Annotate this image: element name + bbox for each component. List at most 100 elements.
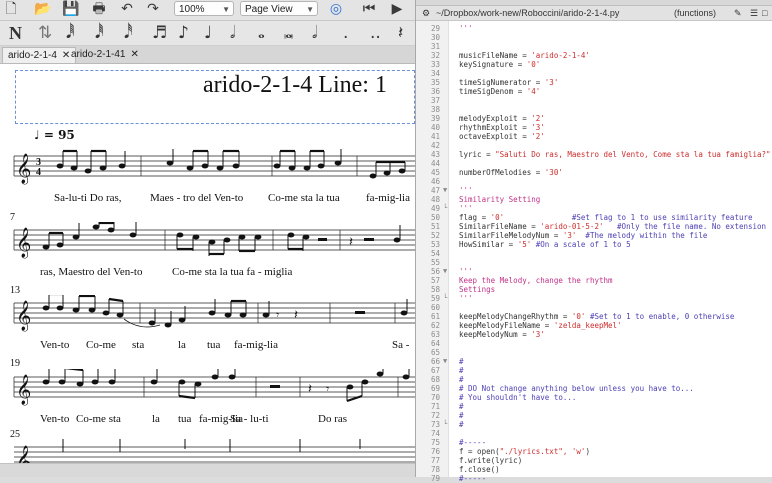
code-line[interactable]: 39 melodyExploit = '2' <box>416 114 772 123</box>
code-line[interactable]: 40 rhythmExploit = '3' <box>416 123 772 132</box>
code-line[interactable]: 32 musicFileName = 'arido-2-1-4' <box>416 51 772 60</box>
code-line[interactable]: 58 Settings <box>416 285 772 294</box>
code-line[interactable]: 44 <box>416 159 772 168</box>
score-title[interactable]: arido-2-1-4 Line: 1 <box>203 72 387 99</box>
thirtysecond-note-icon[interactable]: 𝅘𝅥𝅱 <box>95 21 104 45</box>
sixtyfourth-note-icon[interactable]: 𝅘𝅥𝅲 <box>66 21 75 45</box>
view-mode-select[interactable]: Page View ▼ <box>240 1 318 16</box>
play-icon[interactable]: ▶ <box>388 1 406 18</box>
bookmark-icon[interactable]: ☰ <box>750 6 758 20</box>
code-line[interactable]: 78 f.close() <box>416 465 772 474</box>
code-line[interactable]: 59 └ ''' <box>416 294 772 303</box>
code-line[interactable]: 45 numberOfMelodies = '30' <box>416 168 772 177</box>
document-icon[interactable]: □ <box>762 6 767 20</box>
code-line[interactable]: 29 ''' <box>416 24 772 33</box>
code-line[interactable]: 43 lyric = "Saluti Do ras, Maestro del Ve… <box>416 150 772 159</box>
code-line[interactable]: 52 SimilarFileMelodyNum = '3' #The melody… <box>416 231 772 240</box>
code-line[interactable]: 73 └ # <box>416 420 772 429</box>
fold-toggle-icon[interactable]: ▼ <box>443 186 447 195</box>
code-line[interactable]: 48 Similarity Setting <box>416 195 772 204</box>
code-line[interactable]: 53 HowSimilar = '5' #On a scale of 1 to 5 <box>416 240 772 249</box>
file-path[interactable]: ~/Dropbox/work-new/Roboccini/arido-2-1-4… <box>436 6 619 20</box>
tab-arido-2-1-41[interactable]: arido-2-1-41 ✕ <box>66 47 144 62</box>
code-area[interactable]: 29 ''' 30 31 32 musicFileName = 'arido-2-1-4'… <box>416 21 772 483</box>
code-line[interactable]: 77 f.write(lyric) <box>416 456 772 465</box>
code-line[interactable]: 47 ▼ ''' <box>416 186 772 195</box>
sixteenth-note-icon[interactable]: ♬ <box>152 21 167 45</box>
code-line[interactable]: 49 └ ''' <box>416 204 772 213</box>
tempo-marking[interactable]: ♩ = 95 <box>34 128 75 142</box>
save-icon[interactable]: 💾 <box>62 1 80 18</box>
zoom-select[interactable]: 100% ▼ <box>174 1 234 16</box>
close-icon[interactable]: ✕ <box>130 49 138 60</box>
code-line[interactable]: 38 <box>416 105 772 114</box>
eighth-note-icon[interactable]: ♪ <box>178 21 189 45</box>
code-line[interactable]: 76 f = open("./lyrics.txt", 'w') <box>416 447 772 456</box>
code-line[interactable]: 57 Keep the Melody, change the rhythm <box>416 276 772 285</box>
lyric-syllable[interactable]: Maes - tro del Ven-to <box>150 192 243 204</box>
code-line[interactable]: 60 <box>416 303 772 312</box>
code-line[interactable]: 65 <box>416 348 772 357</box>
code-line[interactable]: 67 # <box>416 366 772 375</box>
fold-toggle-icon[interactable]: ▼ <box>443 357 447 366</box>
lyric-syllable[interactable]: Do ras <box>318 413 347 425</box>
staff-system-3[interactable]: 𝄞 𝄾 𝄽 Ven-to Co-me sta la tua fa-mig-lia… <box>0 295 415 357</box>
staff-system-4[interactable]: 𝄞 𝄽 𝄾 Ven-to Co-me sta la tua fa-mig-lia… <box>0 369 415 431</box>
code-line[interactable]: 70 # You shouldn't have to... <box>416 393 772 402</box>
longa-icon[interactable]: 𝅗𝅥 <box>312 21 317 45</box>
undo-icon[interactable]: ↶ <box>118 1 136 18</box>
augmentation-dot-icon[interactable]: . <box>343 21 348 45</box>
fold-toggle-icon[interactable]: └ <box>443 204 447 213</box>
print-icon[interactable]: 🖶 <box>90 1 108 18</box>
code-line[interactable]: 54 <box>416 249 772 258</box>
code-line[interactable]: 55 <box>416 258 772 267</box>
lyric-syllable[interactable]: Co-me <box>86 339 116 351</box>
code-line[interactable]: 31 <box>416 42 772 51</box>
lyric-syllable[interactable]: Ven-to <box>40 339 69 351</box>
lyric-syllable[interactable]: Sa-lu-ti Do ras, <box>54 192 122 204</box>
note-input-mode-icon[interactable]: N <box>9 21 22 45</box>
code-line[interactable]: 64 <box>416 339 772 348</box>
code-line[interactable]: 34 <box>416 69 772 78</box>
code-line[interactable]: 75 #----- <box>416 438 772 447</box>
quarter-note-icon[interactable]: ♩ <box>204 21 212 45</box>
lyric-syllable[interactable]: Co-me sta la tua <box>268 192 340 204</box>
sixteenth-note-icon[interactable]: 𝅘𝅥𝅰 <box>124 21 133 45</box>
code-line[interactable]: 79 #----- <box>416 474 772 483</box>
staff-system-1[interactable]: 𝄞 3 4 Sa-lu-ti Do ras, Maes - tro del Ve… <box>0 148 415 210</box>
code-line[interactable]: 42 <box>416 141 772 150</box>
staff-system-5[interactable]: 𝄞 <box>0 439 415 463</box>
breve-icon[interactable]: 𝅜 <box>284 21 294 45</box>
double-dot-icon[interactable]: .. <box>370 21 381 45</box>
open-folder-icon[interactable]: 📂 <box>34 1 52 18</box>
code-line[interactable]: 50 flag = '0' #Set flag to 1 to use simil… <box>416 213 772 222</box>
half-note-icon[interactable]: 𝅗𝅥 <box>230 21 235 45</box>
lyric-syllable[interactable]: Sa - <box>392 339 409 351</box>
fold-toggle-icon[interactable]: └ <box>443 294 447 303</box>
code-line[interactable]: 69 # DO Not change anything below unless … <box>416 384 772 393</box>
function-menu[interactable]: (functions) <box>674 6 716 20</box>
code-line[interactable]: 62 keepMelodyFileName = 'zelda_keepMel' <box>416 321 772 330</box>
code-line[interactable]: 33 keySignature = '0' <box>416 60 772 69</box>
concert-pitch-icon[interactable]: ◎ <box>327 1 345 18</box>
lyric-syllable[interactable]: ras, Maestro del Ven-to <box>40 266 142 278</box>
code-line[interactable]: 37 <box>416 96 772 105</box>
rewind-icon[interactable]: ⏮ <box>360 1 378 18</box>
lyric-syllable[interactable]: Co-me sta la tua fa - miglia <box>172 266 292 278</box>
lyric-syllable[interactable]: tua <box>178 413 191 425</box>
lyric-syllable[interactable]: fa-mig-lia <box>366 192 410 204</box>
lyric-syllable[interactable]: fa-mig-lia <box>234 339 278 351</box>
fold-toggle-icon[interactable]: └ <box>443 420 447 429</box>
lyric-syllable[interactable]: Ven-to <box>40 413 69 425</box>
code-line[interactable]: 61 keepMelodyChangeRhythm = '0' #Set to 1… <box>416 312 772 321</box>
code-line[interactable]: 66 ▼ # <box>416 357 772 366</box>
code-line[interactable]: 46 <box>416 177 772 186</box>
gear-icon[interactable]: ⚙ <box>422 6 430 20</box>
new-file-icon[interactable]: 🗋 <box>2 1 20 18</box>
code-line[interactable]: 71 # <box>416 402 772 411</box>
fold-toggle-icon[interactable]: ▼ <box>443 267 447 276</box>
pen-icon[interactable]: ✎ <box>734 6 742 20</box>
note-input-method-icon[interactable]: ⇅ <box>38 21 52 45</box>
lyric-syllable[interactable]: Co-me sta <box>76 413 121 425</box>
code-line[interactable]: 68 # <box>416 375 772 384</box>
